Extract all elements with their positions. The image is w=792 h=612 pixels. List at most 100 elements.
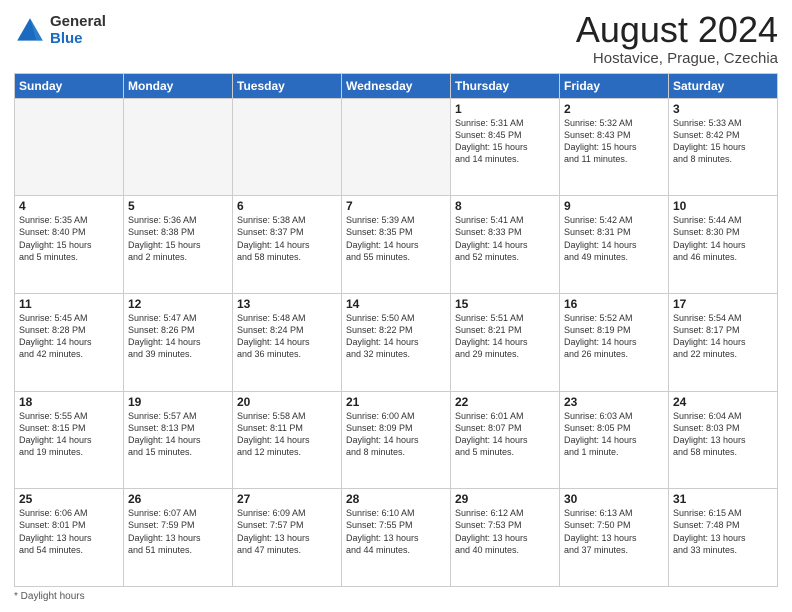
day-number: 18 <box>19 395 119 409</box>
day-info: Sunrise: 6:15 AM Sunset: 7:48 PM Dayligh… <box>673 507 773 556</box>
calendar-week-row: 18Sunrise: 5:55 AM Sunset: 8:15 PM Dayli… <box>15 391 778 489</box>
day-number: 31 <box>673 492 773 506</box>
calendar-day-header: Sunday <box>15 73 124 98</box>
calendar-week-row: 1Sunrise: 5:31 AM Sunset: 8:45 PM Daylig… <box>15 98 778 196</box>
day-info: Sunrise: 6:07 AM Sunset: 7:59 PM Dayligh… <box>128 507 228 556</box>
day-number: 26 <box>128 492 228 506</box>
calendar-day-header: Thursday <box>451 73 560 98</box>
day-number: 23 <box>564 395 664 409</box>
calendar-table: SundayMondayTuesdayWednesdayThursdayFrid… <box>14 73 778 587</box>
header: General Blue August 2024 Hostavice, Prag… <box>14 10 778 67</box>
day-number: 5 <box>128 199 228 213</box>
day-number: 14 <box>346 297 446 311</box>
calendar-cell: 25Sunrise: 6:06 AM Sunset: 8:01 PM Dayli… <box>15 489 124 587</box>
day-info: Sunrise: 5:57 AM Sunset: 8:13 PM Dayligh… <box>128 410 228 459</box>
day-number: 27 <box>237 492 337 506</box>
calendar-cell: 4Sunrise: 5:35 AM Sunset: 8:40 PM Daylig… <box>15 196 124 294</box>
calendar-day-header: Wednesday <box>342 73 451 98</box>
day-number: 15 <box>455 297 555 311</box>
footer-note: * Daylight hours <box>14 591 778 602</box>
calendar-cell: 17Sunrise: 5:54 AM Sunset: 8:17 PM Dayli… <box>669 293 778 391</box>
month-title: August 2024 <box>576 10 778 50</box>
day-info: Sunrise: 5:54 AM Sunset: 8:17 PM Dayligh… <box>673 312 773 361</box>
page: General Blue August 2024 Hostavice, Prag… <box>0 0 792 612</box>
day-info: Sunrise: 5:55 AM Sunset: 8:15 PM Dayligh… <box>19 410 119 459</box>
day-info: Sunrise: 6:03 AM Sunset: 8:05 PM Dayligh… <box>564 410 664 459</box>
day-number: 19 <box>128 395 228 409</box>
day-info: Sunrise: 5:58 AM Sunset: 8:11 PM Dayligh… <box>237 410 337 459</box>
footer-note-text: Daylight hours <box>21 591 85 602</box>
day-info: Sunrise: 5:35 AM Sunset: 8:40 PM Dayligh… <box>19 214 119 263</box>
day-info: Sunrise: 5:33 AM Sunset: 8:42 PM Dayligh… <box>673 117 773 166</box>
calendar-cell: 8Sunrise: 5:41 AM Sunset: 8:33 PM Daylig… <box>451 196 560 294</box>
calendar-cell: 6Sunrise: 5:38 AM Sunset: 8:37 PM Daylig… <box>233 196 342 294</box>
logo: General Blue <box>14 14 106 47</box>
day-number: 30 <box>564 492 664 506</box>
day-info: Sunrise: 6:09 AM Sunset: 7:57 PM Dayligh… <box>237 507 337 556</box>
calendar-cell: 14Sunrise: 5:50 AM Sunset: 8:22 PM Dayli… <box>342 293 451 391</box>
day-number: 16 <box>564 297 664 311</box>
day-info: Sunrise: 6:12 AM Sunset: 7:53 PM Dayligh… <box>455 507 555 556</box>
day-number: 17 <box>673 297 773 311</box>
day-info: Sunrise: 5:32 AM Sunset: 8:43 PM Dayligh… <box>564 117 664 166</box>
day-info: Sunrise: 6:00 AM Sunset: 8:09 PM Dayligh… <box>346 410 446 459</box>
calendar-cell: 12Sunrise: 5:47 AM Sunset: 8:26 PM Dayli… <box>124 293 233 391</box>
day-number: 9 <box>564 199 664 213</box>
calendar-cell: 31Sunrise: 6:15 AM Sunset: 7:48 PM Dayli… <box>669 489 778 587</box>
day-number: 1 <box>455 102 555 116</box>
calendar-cell: 10Sunrise: 5:44 AM Sunset: 8:30 PM Dayli… <box>669 196 778 294</box>
day-number: 25 <box>19 492 119 506</box>
day-number: 24 <box>673 395 773 409</box>
calendar-cell: 9Sunrise: 5:42 AM Sunset: 8:31 PM Daylig… <box>560 196 669 294</box>
day-info: Sunrise: 5:31 AM Sunset: 8:45 PM Dayligh… <box>455 117 555 166</box>
calendar-day-header: Tuesday <box>233 73 342 98</box>
calendar-cell: 26Sunrise: 6:07 AM Sunset: 7:59 PM Dayli… <box>124 489 233 587</box>
day-info: Sunrise: 5:51 AM Sunset: 8:21 PM Dayligh… <box>455 312 555 361</box>
day-info: Sunrise: 5:38 AM Sunset: 8:37 PM Dayligh… <box>237 214 337 263</box>
day-number: 3 <box>673 102 773 116</box>
day-number: 11 <box>19 297 119 311</box>
day-number: 10 <box>673 199 773 213</box>
day-info: Sunrise: 5:44 AM Sunset: 8:30 PM Dayligh… <box>673 214 773 263</box>
location: Hostavice, Prague, Czechia <box>576 50 778 67</box>
day-info: Sunrise: 5:50 AM Sunset: 8:22 PM Dayligh… <box>346 312 446 361</box>
calendar-cell: 5Sunrise: 5:36 AM Sunset: 8:38 PM Daylig… <box>124 196 233 294</box>
calendar-header-row: SundayMondayTuesdayWednesdayThursdayFrid… <box>15 73 778 98</box>
calendar-week-row: 11Sunrise: 5:45 AM Sunset: 8:28 PM Dayli… <box>15 293 778 391</box>
calendar-cell <box>124 98 233 196</box>
day-info: Sunrise: 6:01 AM Sunset: 8:07 PM Dayligh… <box>455 410 555 459</box>
calendar-cell: 24Sunrise: 6:04 AM Sunset: 8:03 PM Dayli… <box>669 391 778 489</box>
calendar-cell <box>342 98 451 196</box>
calendar-cell <box>15 98 124 196</box>
title-block: August 2024 Hostavice, Prague, Czechia <box>576 10 778 67</box>
logo-general-text: General <box>50 14 106 31</box>
day-number: 29 <box>455 492 555 506</box>
calendar-day-header: Monday <box>124 73 233 98</box>
day-info: Sunrise: 5:48 AM Sunset: 8:24 PM Dayligh… <box>237 312 337 361</box>
calendar-cell: 2Sunrise: 5:32 AM Sunset: 8:43 PM Daylig… <box>560 98 669 196</box>
day-number: 7 <box>346 199 446 213</box>
calendar-cell: 28Sunrise: 6:10 AM Sunset: 7:55 PM Dayli… <box>342 489 451 587</box>
calendar-cell: 13Sunrise: 5:48 AM Sunset: 8:24 PM Dayli… <box>233 293 342 391</box>
day-number: 20 <box>237 395 337 409</box>
calendar-week-row: 4Sunrise: 5:35 AM Sunset: 8:40 PM Daylig… <box>15 196 778 294</box>
day-info: Sunrise: 6:13 AM Sunset: 7:50 PM Dayligh… <box>564 507 664 556</box>
calendar-cell: 1Sunrise: 5:31 AM Sunset: 8:45 PM Daylig… <box>451 98 560 196</box>
day-number: 13 <box>237 297 337 311</box>
logo-blue-text: Blue <box>50 31 106 48</box>
calendar-cell <box>233 98 342 196</box>
day-info: Sunrise: 5:45 AM Sunset: 8:28 PM Dayligh… <box>19 312 119 361</box>
day-number: 28 <box>346 492 446 506</box>
day-number: 6 <box>237 199 337 213</box>
day-info: Sunrise: 5:41 AM Sunset: 8:33 PM Dayligh… <box>455 214 555 263</box>
calendar-cell: 23Sunrise: 6:03 AM Sunset: 8:05 PM Dayli… <box>560 391 669 489</box>
calendar-cell: 7Sunrise: 5:39 AM Sunset: 8:35 PM Daylig… <box>342 196 451 294</box>
calendar-cell: 11Sunrise: 5:45 AM Sunset: 8:28 PM Dayli… <box>15 293 124 391</box>
calendar-cell: 22Sunrise: 6:01 AM Sunset: 8:07 PM Dayli… <box>451 391 560 489</box>
day-info: Sunrise: 5:39 AM Sunset: 8:35 PM Dayligh… <box>346 214 446 263</box>
day-number: 4 <box>19 199 119 213</box>
day-info: Sunrise: 5:47 AM Sunset: 8:26 PM Dayligh… <box>128 312 228 361</box>
calendar-cell: 20Sunrise: 5:58 AM Sunset: 8:11 PM Dayli… <box>233 391 342 489</box>
logo-text: General Blue <box>50 14 106 47</box>
calendar-week-row: 25Sunrise: 6:06 AM Sunset: 8:01 PM Dayli… <box>15 489 778 587</box>
